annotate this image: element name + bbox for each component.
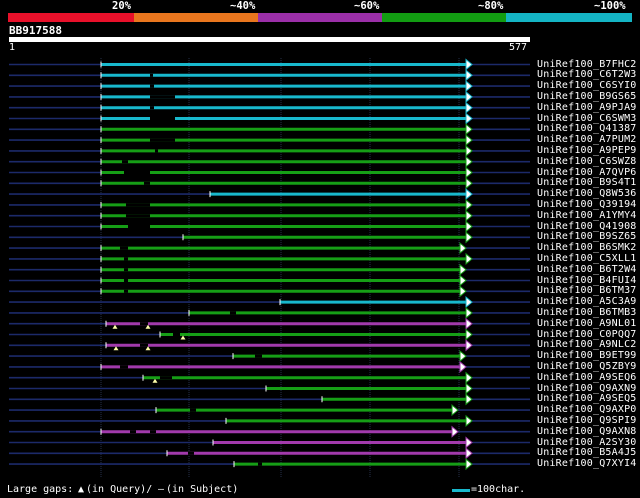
hit-link[interactable]: UniRef100_Q5ZBY9 xyxy=(537,361,637,372)
end-arrow-icon xyxy=(465,209,473,222)
end-arrow-icon xyxy=(451,404,459,417)
hit-link[interactable]: UniRef100_Q7XYI4 xyxy=(537,458,637,469)
hit-link[interactable]: UniRef100_Q9AXP0 xyxy=(537,404,637,415)
hit-link[interactable]: UniRef100_B9SZ65 xyxy=(537,231,637,242)
end-arrow-icon xyxy=(459,242,467,255)
end-arrow-icon xyxy=(465,144,473,157)
end-arrow-icon xyxy=(465,58,473,71)
end-arrow-icon xyxy=(465,177,473,190)
hit-link[interactable]: UniRef100_B7FHC2 xyxy=(537,59,637,70)
hit-link[interactable]: UniRef100_A9SEQ6 xyxy=(537,372,637,383)
end-arrow-icon xyxy=(465,112,473,125)
scale-label: =100char. xyxy=(471,484,526,495)
hit-link[interactable]: UniRef100_A9NL01 xyxy=(537,318,637,329)
end-arrow-icon xyxy=(465,328,473,341)
end-arrow-icon xyxy=(465,90,473,103)
large-gaps-label: Large gaps: xyxy=(7,484,74,495)
hit-link[interactable]: UniRef100_Q39194 xyxy=(537,199,637,210)
query-gap-triangle-icon xyxy=(145,324,151,329)
hit-link[interactable]: UniRef100_B6TMB3 xyxy=(537,307,637,318)
query-gap-triangle-icon xyxy=(145,346,151,351)
hit-link[interactable]: UniRef100_A5C3A9 xyxy=(537,296,637,307)
end-arrow-icon xyxy=(465,382,473,395)
hit-link[interactable]: UniRef100_C6SWZ8 xyxy=(537,156,637,167)
hit-link[interactable]: UniRef100_A9NLC2 xyxy=(537,339,637,350)
end-arrow-icon xyxy=(465,101,473,114)
end-arrow-icon xyxy=(465,166,473,179)
gap-dash-icon: – xyxy=(158,484,165,495)
hit-link[interactable]: UniRef100_A1YMY4 xyxy=(537,210,637,221)
scale-bar-icon xyxy=(452,489,470,492)
end-arrow-icon xyxy=(465,317,473,330)
end-arrow-icon xyxy=(465,393,473,406)
hit-link[interactable]: UniRef100_B5A4J5 xyxy=(537,447,637,458)
query-gap-triangle-icon xyxy=(112,324,118,329)
hit-link[interactable]: UniRef100_B4FUI4 xyxy=(537,275,637,286)
hit-link[interactable]: UniRef100_A7PUM2 xyxy=(537,134,637,145)
hit-link[interactable]: UniRef100_Q41908 xyxy=(537,221,637,232)
gaps-query-label: (in Query)/ xyxy=(86,484,153,495)
gaps-subject-label: (in Subject) xyxy=(166,484,239,495)
hit-link[interactable]: UniRef100_Q9AXN8 xyxy=(537,426,637,437)
hit-link[interactable]: UniRef100_C6SYI0 xyxy=(537,80,637,91)
hit-link[interactable]: UniRef100_Q9SPI9 xyxy=(537,415,637,426)
end-arrow-icon xyxy=(451,425,459,438)
hit-link[interactable]: UniRef100_A2SY30 xyxy=(537,437,637,448)
hit-link[interactable]: UniRef100_C0PQQ7 xyxy=(537,329,637,340)
end-arrow-icon xyxy=(459,360,467,373)
end-arrow-icon xyxy=(465,134,473,147)
hit-link[interactable]: UniRef100_A9PJA9 xyxy=(537,102,637,113)
end-arrow-icon xyxy=(465,198,473,211)
gap-triangle-icon: ▲ xyxy=(78,484,85,495)
end-arrow-icon xyxy=(465,252,473,265)
query-gap-triangle-icon xyxy=(180,335,186,340)
end-arrow-icon xyxy=(459,285,467,298)
end-arrow-icon xyxy=(465,188,473,201)
end-arrow-icon xyxy=(459,274,467,287)
end-arrow-icon xyxy=(465,123,473,136)
query-gap-triangle-icon xyxy=(152,378,158,383)
end-arrow-icon xyxy=(465,339,473,352)
hit-link[interactable]: UniRef100_C5XLL1 xyxy=(537,253,637,264)
end-arrow-icon xyxy=(465,414,473,427)
end-arrow-icon xyxy=(465,80,473,93)
hit-link[interactable]: UniRef100_Q9AXN9 xyxy=(537,383,637,394)
end-arrow-icon xyxy=(459,350,467,363)
end-arrow-icon xyxy=(465,371,473,384)
hit-link[interactable]: UniRef100_B6SMK2 xyxy=(537,242,637,253)
query-gap-triangle-icon xyxy=(113,346,119,351)
end-arrow-icon xyxy=(465,231,473,244)
blast-alignment-overview: 20% ~40% ~60% ~80% ~100% BB917588 1 577 … xyxy=(0,0,640,498)
end-arrow-icon xyxy=(465,306,473,319)
hit-link[interactable]: UniRef100_Q41387 xyxy=(537,123,637,134)
hit-link[interactable]: UniRef100_B9GS65 xyxy=(537,91,637,102)
hit-link[interactable]: UniRef100_A9PEP9 xyxy=(537,145,637,156)
hit-link[interactable]: UniRef100_Q8W536 xyxy=(537,188,637,199)
hit-link[interactable]: UniRef100_C6T2W3 xyxy=(537,69,637,80)
end-arrow-icon xyxy=(465,155,473,168)
end-arrow-icon xyxy=(459,263,467,276)
hit-link[interactable]: UniRef100_A7QVP6 xyxy=(537,167,637,178)
end-arrow-icon xyxy=(465,220,473,233)
hit-link[interactable]: UniRef100_A9SEQ5 xyxy=(537,393,637,404)
hit-link[interactable]: UniRef100_C6SWM3 xyxy=(537,113,637,124)
end-arrow-icon xyxy=(465,447,473,460)
end-arrow-icon xyxy=(465,69,473,82)
hit-link[interactable]: UniRef100_B9S4T1 xyxy=(537,177,637,188)
hit-link[interactable]: UniRef100_B6T2W4 xyxy=(537,264,637,275)
end-arrow-icon xyxy=(465,436,473,449)
hit-link[interactable]: UniRef100_B9ET99 xyxy=(537,350,637,361)
end-arrow-icon xyxy=(465,458,473,471)
hit-link[interactable]: UniRef100_B6TM37 xyxy=(537,285,637,296)
end-arrow-icon xyxy=(465,296,473,309)
